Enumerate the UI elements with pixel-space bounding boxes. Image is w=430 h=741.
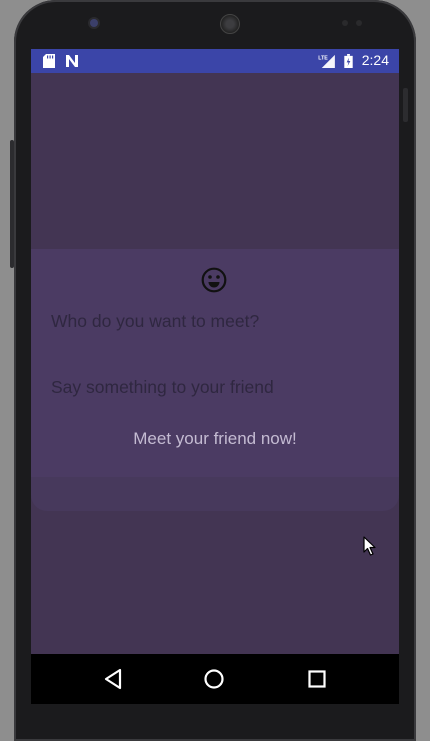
meet-friend-form: Who do you want to meet? Say something t… <box>31 249 399 477</box>
smile-face-icon <box>201 267 227 293</box>
card-shadow <box>31 477 399 511</box>
phone-screen: LTE 2:24 Who do you want to meet? Say so… <box>31 49 399 704</box>
meet-person-input[interactable]: Who do you want to meet? <box>51 311 259 332</box>
earpiece-speaker-icon <box>220 14 240 34</box>
mouse-cursor-icon <box>363 536 376 556</box>
sd-card-icon <box>43 54 55 68</box>
home-button[interactable] <box>184 654 244 704</box>
n-notification-icon <box>66 55 78 67</box>
recents-icon <box>308 670 326 688</box>
front-camera-icon <box>90 19 98 27</box>
svg-text:LTE: LTE <box>318 55 328 61</box>
status-time: 2:24 <box>361 52 389 68</box>
sensor-icon <box>342 20 348 26</box>
navigation-bar <box>31 654 399 704</box>
volume-rocker[interactable] <box>10 140 14 268</box>
power-button[interactable] <box>403 88 408 122</box>
meet-friend-button[interactable]: Meet your friend now! <box>31 429 399 449</box>
home-icon <box>204 669 224 689</box>
back-button[interactable] <box>83 654 143 704</box>
message-input[interactable]: Say something to your friend <box>51 377 274 398</box>
recents-button[interactable] <box>287 654 347 704</box>
lte-signal-icon: LTE <box>318 54 335 68</box>
sensor-icon <box>356 20 362 26</box>
status-bar: LTE 2:24 <box>31 49 399 73</box>
back-icon <box>104 668 122 690</box>
battery-icon <box>344 54 353 68</box>
